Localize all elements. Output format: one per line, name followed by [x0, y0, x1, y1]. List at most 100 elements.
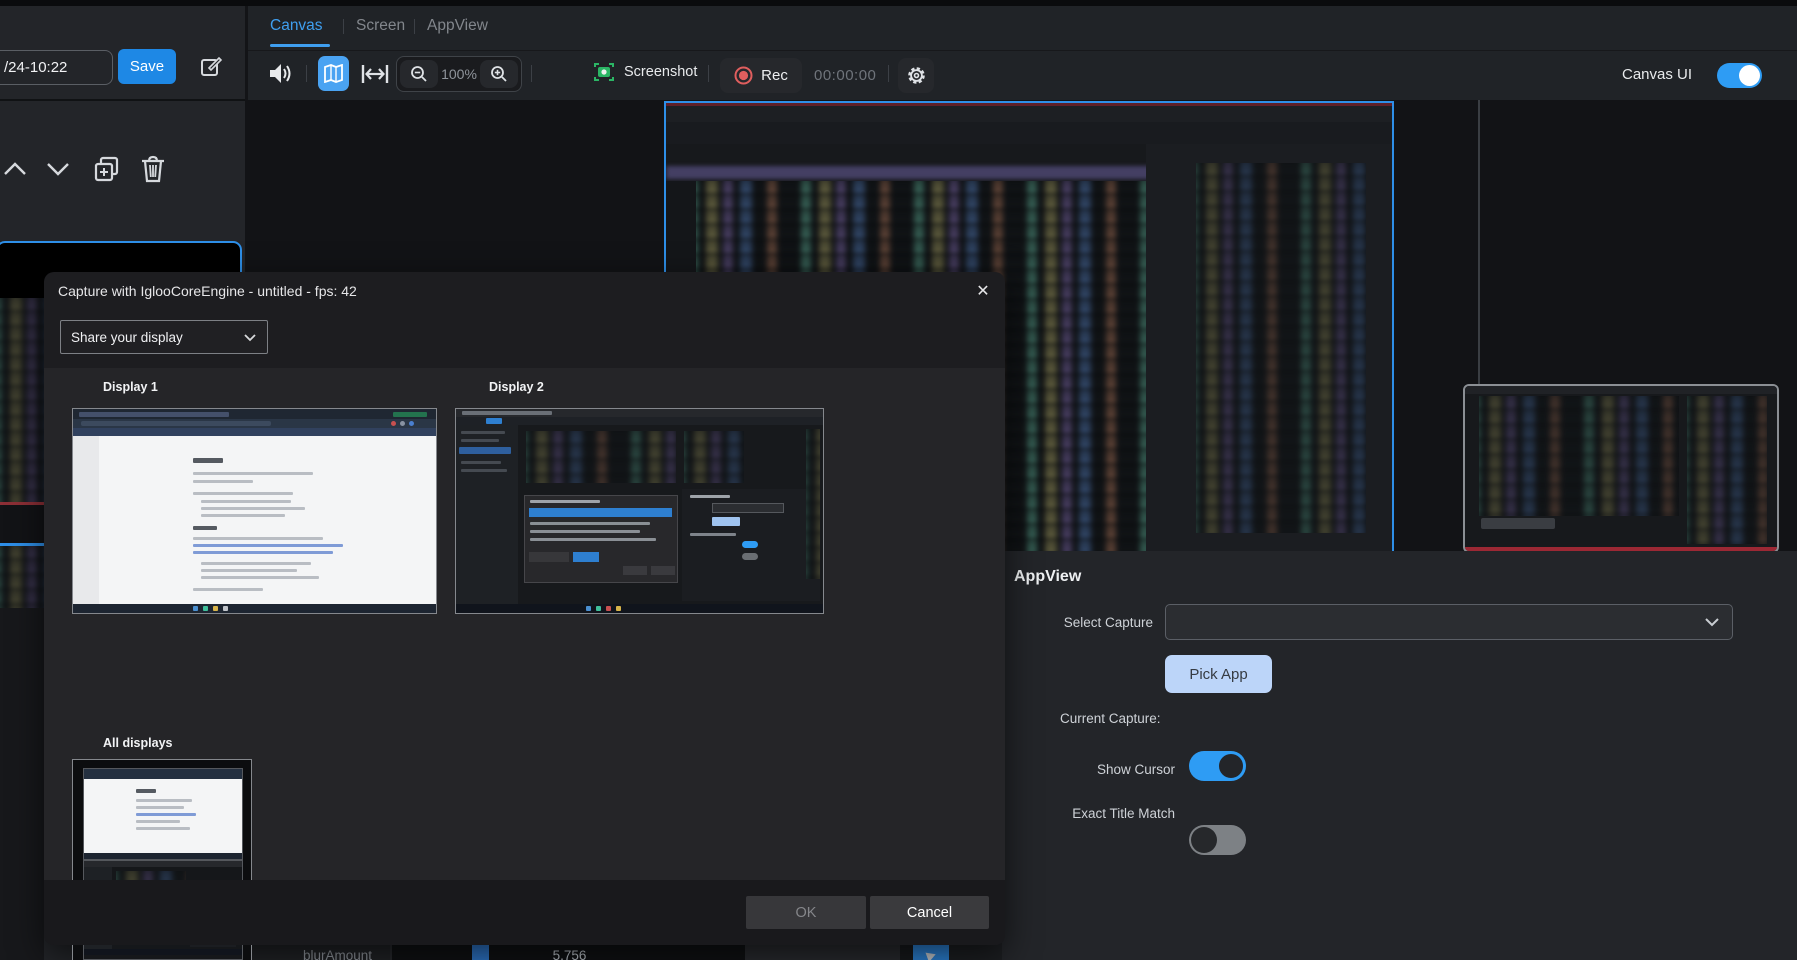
record-settings-button[interactable]	[898, 58, 934, 93]
pick-app-button[interactable]: Pick App	[1165, 655, 1272, 693]
save-button[interactable]: Save	[118, 49, 176, 84]
clip-list-empty-area	[0, 608, 44, 960]
minimap-button[interactable]	[318, 56, 349, 91]
chevron-down-icon	[45, 161, 71, 177]
ok-button[interactable]: OK	[746, 896, 866, 929]
dialog-display-picker: Display 1 Display 2	[44, 368, 1005, 880]
exact-title-match-toggle[interactable]	[1189, 825, 1246, 855]
rename-button[interactable]	[200, 55, 223, 79]
tab-screen[interactable]: Screen	[356, 17, 405, 35]
edit-icon	[200, 55, 223, 79]
tab-canvas[interactable]: Canvas	[270, 17, 323, 35]
dialog-title: Capture with IglooCoreEngine - untitled …	[58, 283, 357, 299]
zoom-out-icon	[410, 65, 428, 83]
property-cell-gap	[900, 943, 913, 960]
gear-icon	[906, 65, 927, 86]
map-icon	[324, 64, 343, 83]
duplicate-clip-button[interactable]	[92, 154, 122, 184]
tab-separator	[414, 19, 415, 34]
move-clip-down-button[interactable]	[45, 161, 71, 177]
d1-page	[73, 436, 436, 604]
share-source-dropdown[interactable]: Share your display	[60, 320, 268, 354]
chevron-down-icon	[1704, 617, 1720, 627]
fit-width-icon	[360, 62, 390, 86]
chevron-down-icon	[243, 333, 257, 342]
capture-side-content	[1196, 163, 1366, 533]
d2-appview-panel	[682, 489, 820, 601]
zoom-in-button[interactable]	[480, 60, 518, 88]
clip-thumbnail-fragment[interactable]	[0, 298, 44, 502]
property-play-button[interactable]	[913, 943, 949, 960]
display2-label: Display 2	[489, 380, 544, 394]
canvas-ui-toggle-knob	[1739, 65, 1760, 86]
show-cursor-toggle[interactable]	[1189, 751, 1246, 781]
d2-capture-b	[684, 431, 744, 483]
show-cursor-toggle-knob	[1218, 753, 1244, 779]
screenshot-label: Screenshot	[624, 64, 697, 80]
appview-section-title: AppView	[1014, 568, 1081, 586]
current-capture-label: Current Capture:	[1060, 711, 1161, 726]
zoom-control-group: 100%	[396, 56, 522, 92]
exact-title-match-label: Exact Title Match	[1013, 806, 1175, 821]
record-label: Rec	[761, 67, 788, 84]
fit-width-button[interactable]	[360, 62, 390, 86]
close-icon: ✕	[976, 281, 989, 301]
zoom-out-button[interactable]	[400, 60, 438, 88]
preview-side	[1687, 396, 1767, 544]
tab-row-divider	[248, 50, 1797, 51]
record-timer: 00:00:00	[814, 67, 876, 84]
app-window: Save	[0, 0, 1797, 960]
delete-clip-button[interactable]	[139, 153, 167, 184]
trash-icon	[139, 153, 167, 184]
property-row-end	[949, 943, 1002, 960]
zoom-level: 100%	[441, 66, 477, 82]
dialog-footer: OK Cancel	[44, 880, 1005, 945]
share-source-value: Share your display	[61, 330, 243, 345]
left-panel-divider	[0, 99, 245, 101]
tab-canvas-underline	[270, 44, 330, 47]
d2-taskbar	[456, 604, 823, 613]
display1-thumbnail[interactable]	[72, 408, 437, 614]
capture-toolbar	[666, 122, 1392, 144]
zoom-in-icon	[490, 65, 508, 83]
property-label: blurAmount	[303, 948, 372, 960]
d2-minimap	[806, 429, 820, 579]
speaker-icon	[268, 62, 295, 85]
property-slider[interactable]: 5.756	[390, 943, 747, 960]
top-bar: Canvas Screen AppView	[245, 6, 1797, 100]
tab-separator	[343, 19, 344, 34]
d1-taskbar	[73, 604, 436, 613]
d1-findbar	[73, 428, 436, 436]
capture-menubar	[666, 106, 1392, 122]
clip-gap	[0, 505, 44, 543]
all-displays-label: All displays	[103, 736, 172, 750]
duplicate-icon	[92, 154, 122, 184]
capture-preview-thumbnail[interactable]	[1463, 384, 1779, 553]
screenshot-button[interactable]: Screenshot	[593, 62, 697, 82]
d2-left-panel	[456, 425, 518, 604]
select-capture-dropdown[interactable]	[1165, 604, 1733, 640]
canvas-ui-toggle[interactable]	[1717, 63, 1762, 88]
record-button[interactable]: Rec	[720, 58, 802, 93]
move-clip-up-button[interactable]	[2, 161, 28, 177]
property-extra-cell	[745, 943, 900, 960]
clip-thumbnail-fragment-2[interactable]	[0, 546, 44, 608]
property-value: 5.756	[392, 948, 747, 960]
dialog-close-button[interactable]: ✕	[969, 278, 997, 304]
play-icon	[924, 949, 938, 960]
select-capture-label: Select Capture	[1013, 615, 1153, 630]
display2-thumbnail[interactable]	[455, 408, 824, 614]
exact-title-match-toggle-knob	[1191, 827, 1217, 853]
tab-appview[interactable]: AppView	[427, 17, 488, 35]
cancel-button[interactable]: Cancel	[870, 896, 989, 929]
preview-code	[1479, 396, 1679, 516]
camera-icon	[593, 62, 615, 82]
preview-searchbox	[1481, 518, 1555, 529]
audio-button[interactable]	[268, 62, 295, 85]
chevron-up-icon	[2, 161, 28, 177]
display1-label: Display 1	[103, 380, 158, 394]
clip-name-input[interactable]	[0, 50, 113, 85]
all-d1-mini	[83, 768, 243, 860]
d2-dialog	[524, 495, 678, 583]
show-cursor-label: Show Cursor	[1013, 762, 1175, 777]
